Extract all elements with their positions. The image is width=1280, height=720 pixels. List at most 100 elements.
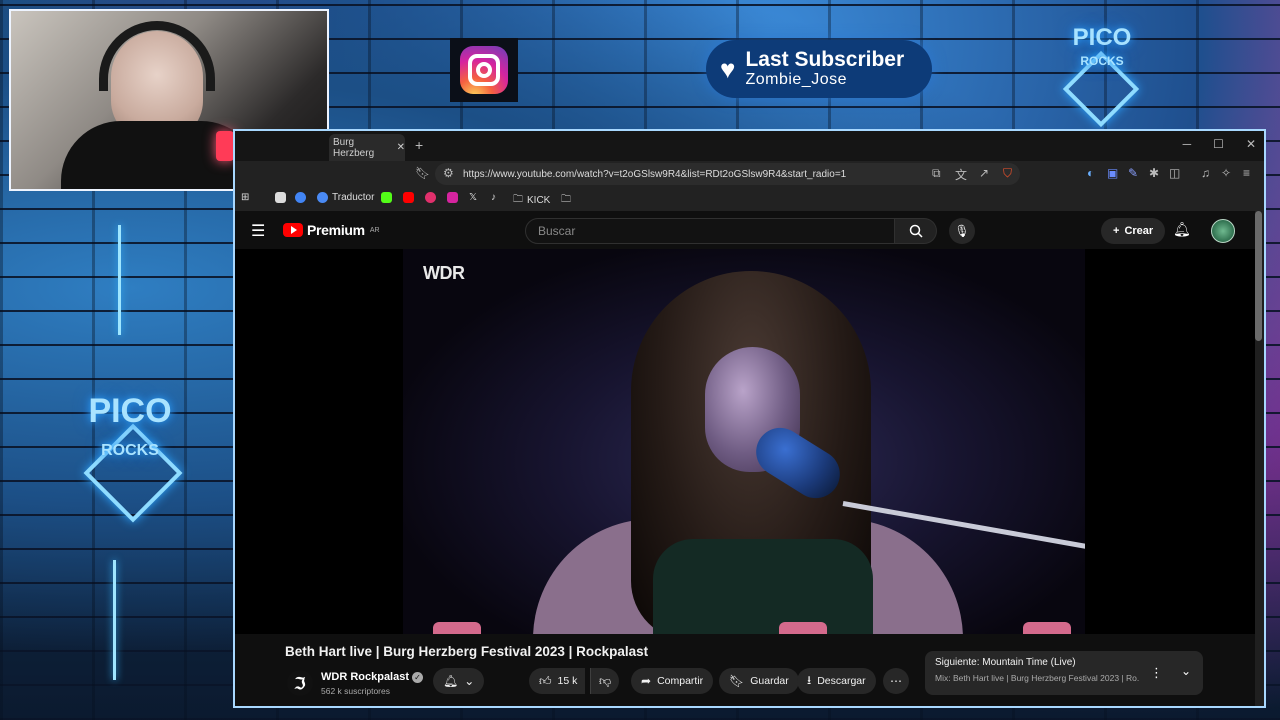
candle-light <box>779 622 827 634</box>
notifications-bell-icon[interactable]: 🔔︎ <box>1173 221 1191 238</box>
share-icon[interactable]: ↗ <box>979 166 989 180</box>
bookmarks-bar: ⊞ Traductor 𝕏 ♪ 🗀︎ KICK 🗀︎ <box>235 187 1264 211</box>
bookmark-kick-folder[interactable]: 🗀︎ KICK <box>513 192 550 209</box>
bookmark-favicon <box>275 192 286 203</box>
apps-icon[interactable]: ⊞ <box>241 192 249 203</box>
download-label: Descargar <box>817 675 866 687</box>
logo-word-bottom: ROCKS <box>1080 54 1124 68</box>
bell-icon: 🔔︎ <box>443 674 459 688</box>
feather-icon[interactable]: ✎ <box>1128 166 1138 180</box>
plus-icon: + <box>1113 225 1120 237</box>
instagram-small-icon <box>447 192 458 203</box>
bookmark-traductor[interactable]: Traductor <box>317 192 374 203</box>
webcam-light <box>216 131 234 161</box>
save-button[interactable]: 🔖︎ Guardar <box>719 668 799 694</box>
music-icon[interactable]: ♫ <box>1201 166 1210 180</box>
brave-shield-icon[interactable]: ⛉ <box>1003 166 1012 181</box>
youtube-header: ☰ Premium AR Buscar 🎙︎ + Crear 🔔︎ <box>235 211 1255 249</box>
close-window-icon[interactable]: ✕ <box>1246 137 1256 151</box>
subscription-bell-button[interactable]: 🔔︎ ⌄ <box>433 668 485 694</box>
open-external-icon[interactable]: ⧉ <box>932 166 941 181</box>
menu-icon[interactable]: ≡ <box>1243 166 1250 180</box>
x-icon: 𝕏 <box>469 192 478 203</box>
browser-tab[interactable]: Burg Herzberg ✕ <box>329 134 405 161</box>
share-button[interactable]: ➦ Compartir <box>631 668 714 694</box>
create-label: Crear <box>1124 225 1154 237</box>
bookmark-item[interactable] <box>381 192 392 203</box>
tab-title: Burg Herzberg <box>333 136 375 159</box>
google-translate-icon <box>317 192 328 203</box>
last-subscriber-widget: ♥ Last Subscriber Zombie_Jose <box>706 40 932 98</box>
video-frame[interactable]: WDR <box>403 249 1085 634</box>
bookmark-item[interactable]: ♪ <box>491 192 496 203</box>
bookmark-folder[interactable]: 🗀︎ <box>561 192 571 209</box>
search-button[interactable] <box>895 218 937 244</box>
more-actions-button[interactable]: ⋯ <box>883 668 909 694</box>
logo-word-top: PICO <box>1072 24 1132 51</box>
bookmark-item[interactable] <box>275 192 286 203</box>
sparkle-icon[interactable]: ✧ <box>1221 166 1231 180</box>
create-button[interactable]: + Crear <box>1101 218 1166 244</box>
tune-icon[interactable]: ⚙ <box>443 166 454 180</box>
verified-icon: ✓ <box>412 671 424 683</box>
up-next-panel[interactable]: Siguiente: Mountain Time (Live) Mix: Bet… <box>925 651 1203 695</box>
bookmark-label: KICK <box>527 195 551 206</box>
microphone-icon: 🎙︎ <box>954 224 970 238</box>
search-input[interactable]: Buscar <box>525 218 895 244</box>
page-scrollbar[interactable] <box>1255 211 1262 341</box>
logo-word-bottom: ROCKS <box>101 442 159 459</box>
like-button[interactable]: 👍︎ 15 k <box>529 668 586 694</box>
more-vertical-icon[interactable]: ⋮ <box>1150 665 1163 681</box>
translate-icon[interactable]: 文 <box>955 166 967 183</box>
channel-name-text: WDR Rockpalast <box>321 671 410 683</box>
channel-avatar[interactable]: ℑ <box>287 670 313 696</box>
bookmark-item[interactable] <box>425 192 436 203</box>
region-code: AR <box>369 226 380 234</box>
candle-light <box>1023 622 1071 634</box>
like-count: 15 k <box>557 675 578 687</box>
bookmark-icon[interactable]: 🔖︎ <box>415 166 430 180</box>
extensions-icon[interactable]: ✱ <box>1149 166 1159 180</box>
search-icon <box>909 224 923 238</box>
url-text: https://www.youtube.com/watch?v=t2oGSlsw… <box>463 168 847 180</box>
extension-icon[interactable]: ◐ <box>1087 166 1094 180</box>
chevron-down-icon[interactable]: ⌄ <box>1181 664 1191 678</box>
avatar[interactable] <box>1211 219 1235 243</box>
tiktok-icon: ♪ <box>491 192 496 203</box>
close-tab-icon[interactable]: ✕ <box>397 142 405 153</box>
thumbs-down-icon: 👎︎ <box>599 673 612 688</box>
kick-icon <box>381 192 392 203</box>
google-icon <box>295 192 306 203</box>
save-bookmark-icon: 🔖︎ <box>729 674 745 688</box>
bookmark-item[interactable]: 𝕏 <box>469 192 477 203</box>
youtube-music-icon <box>425 192 436 203</box>
browser-titlebar: Burg Herzberg ✕ + ─ ☐ ✕ <box>235 131 1264 161</box>
voice-search-button[interactable]: 🎙︎ <box>949 218 975 244</box>
performer-top <box>653 539 873 634</box>
address-bar: 🔖︎ https://www.youtube.com/watch?v=t2oGS… <box>235 161 1264 187</box>
folder-icon: 🗀︎ <box>513 194 523 205</box>
video-player[interactable]: WDR <box>235 249 1255 634</box>
download-button[interactable]: ⭳ Descargar <box>797 668 876 694</box>
folder-icon: 🗀︎ <box>561 194 571 205</box>
up-next-mix: Mix: Beth Hart live | Burg Herzberg Fest… <box>935 673 1140 683</box>
download-icon: ⭳ <box>807 672 812 687</box>
minimize-icon[interactable]: ─ <box>1183 137 1192 151</box>
logo-text: Premium <box>307 222 365 238</box>
new-tab-icon[interactable]: + <box>415 137 423 153</box>
logo-frame <box>83 423 183 523</box>
bookmark-item[interactable] <box>403 192 414 203</box>
pico-rocks-logo-side: PICO ROCKS <box>70 330 190 530</box>
subscriber-name: Zombie_Jose <box>745 71 847 88</box>
bookmark-item[interactable] <box>295 192 306 203</box>
youtube-premium-logo[interactable]: Premium AR <box>283 222 380 238</box>
youtube-icon <box>403 192 414 203</box>
subscriber-title: Last Subscriber <box>745 48 905 71</box>
channel-name[interactable]: WDR Rockpalast ✓ <box>321 671 424 683</box>
bookmark-item[interactable] <box>447 192 458 203</box>
translate-ext-icon[interactable]: ▣ <box>1107 166 1118 180</box>
dislike-button[interactable]: 👎︎ <box>590 668 620 694</box>
hamburger-menu-icon[interactable]: ☰ <box>251 221 265 241</box>
screenshot-icon[interactable]: ◫ <box>1169 166 1180 180</box>
maximize-icon[interactable]: ☐ <box>1213 137 1224 151</box>
